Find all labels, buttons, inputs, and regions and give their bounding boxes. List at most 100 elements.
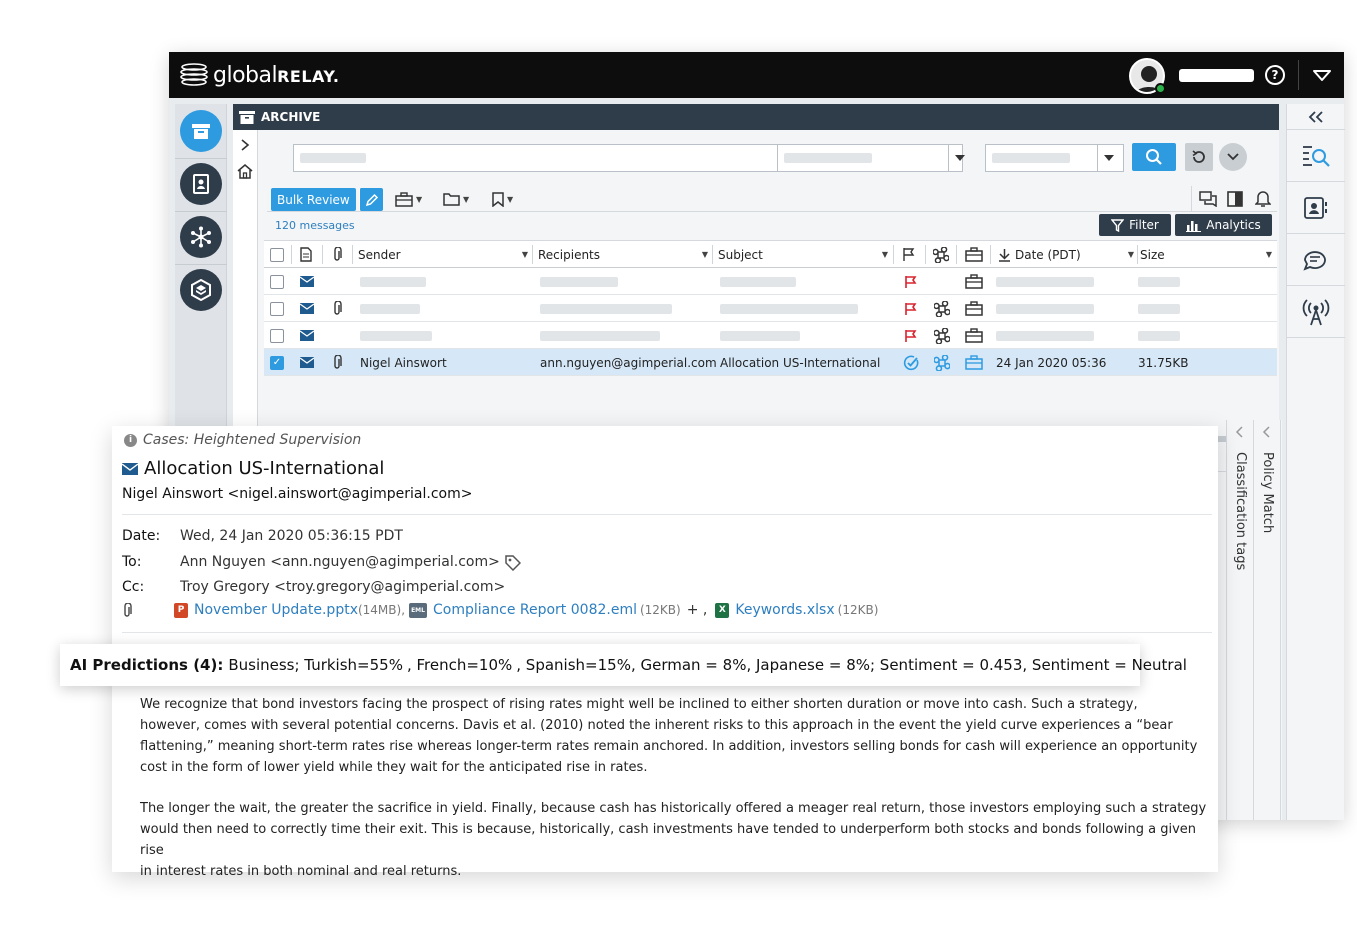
cc-label: Cc: [122,579,145,595]
folder-menu-button[interactable]: ▼ [443,190,469,208]
sort-descending-icon [999,248,1010,262]
paperclip-icon [124,602,132,617]
dropdown-menu-icon[interactable] [1312,66,1332,84]
comments-button[interactable] [1287,234,1345,286]
size-column-header[interactable]: Size ▼ [1140,241,1272,268]
tab-policy-match[interactable]: Policy Match [1254,420,1281,820]
row-checkbox-checked[interactable]: ✓ [270,355,284,370]
recipients-header-label: Recipients [538,247,601,262]
broadcast-button[interactable] [1287,286,1345,338]
document-icon[interactable] [300,247,312,262]
expand-attachment-button[interactable]: + , [687,602,708,618]
command-icon[interactable] [933,246,949,263]
collapse-right-button[interactable] [1287,104,1345,130]
search-icon [1146,149,1162,165]
compliance-nav-button[interactable] [180,269,222,311]
ai-predictions-label: AI Predictions (4): [70,656,224,674]
chevron-right-icon[interactable] [240,139,250,151]
row-checkbox[interactable] [270,328,284,343]
row-date: 24 Jan 2020 05:36 [996,355,1107,370]
briefcase-icon [965,301,983,316]
bookmark-icon [492,191,504,207]
flag-icon [905,329,917,342]
chevron-left-icon[interactable] [1262,426,1271,438]
username-placeholder[interactable] [1179,69,1254,82]
filter-icon [1111,218,1125,232]
case-menu-button[interactable]: ▼ [395,190,422,208]
list-search-icon [1303,145,1330,167]
table-row[interactable] [264,295,1277,322]
conversation-icon[interactable] [1199,191,1217,207]
sender-header-label: Sender [358,247,401,262]
logo-wordmark: globalRELAY. [213,62,340,88]
body-line: The longer the wait, the greater the sac… [140,801,1207,816]
split-view-icon[interactable] [1227,191,1243,207]
table-row[interactable] [264,322,1277,349]
attachment-pptx-link[interactable]: November Update.pptx [194,602,358,618]
help-icon[interactable]: ? [1265,65,1285,85]
search-input[interactable] [293,144,965,172]
email-body-paragraph-2: The longer the wait, the greater the sac… [140,798,1210,882]
hexagon-icon [191,279,211,301]
bell-icon[interactable] [1255,190,1271,207]
ai-predictions-bar: AI Predictions (4): Business; Turkish=55… [60,644,1187,686]
filter-label: Filter [1129,218,1159,232]
date-range-select[interactable] [985,144,1124,172]
to-value[interactable]: Ann Nguyen <ann.nguyen@agimperial.com> [180,554,500,571]
bulk-review-button[interactable]: Bulk Review [271,188,356,211]
subject-column-header[interactable]: Subject ▼ [718,241,888,268]
archive-nav-button[interactable] [180,110,222,152]
analytics-button[interactable]: Analytics [1175,214,1272,236]
eml-file-icon: EML [409,602,428,618]
network-icon [191,226,211,248]
row-checkbox[interactable] [270,301,284,316]
row-checkbox[interactable] [270,274,284,289]
command-icon [934,327,950,344]
ai-prediction-part: , French=10% [406,656,513,674]
select-all-checkbox[interactable] [270,247,284,262]
attachment-eml-link[interactable]: Compliance Report 0082.eml [433,602,637,618]
stage: globalRELAY. ? ARCHIVE Bulk Review ▼ ▼ ▼… [0,0,1357,938]
recipients-column-header[interactable]: Recipients ▼ [538,241,708,268]
archive-box-icon [192,124,210,139]
sender-column-header[interactable]: Sender ▼ [358,241,528,268]
bulk-edit-button[interactable] [359,188,383,211]
cc-value[interactable]: Troy Gregory <troy.gregory@agimperial.co… [180,579,505,595]
right-rail [1286,104,1345,820]
more-options-button[interactable] [1219,143,1247,171]
search-button[interactable] [1132,143,1176,171]
email-to-row: To: Ann Nguyen <ann.nguyen@agimperial.co… [122,554,521,571]
filter-button[interactable]: Filter [1099,214,1171,236]
attachment-xlsx-link[interactable]: Keywords.xlsx [735,602,834,618]
flag-icon[interactable] [902,247,915,262]
message-count: 120 messages [275,219,355,232]
table-row-selected[interactable]: ✓ Nigel Ainswort ann.nguyen@agimperial.c… [264,349,1277,376]
reset-button[interactable] [1185,143,1213,171]
tag-icon[interactable] [505,555,521,571]
contacts-nav-button[interactable] [180,163,222,205]
paperclip-icon[interactable] [332,247,342,262]
analytics-label: Analytics [1206,218,1261,232]
contact-card-button[interactable] [1287,182,1345,234]
double-chevron-left-icon [1308,110,1323,123]
body-line: would then need to correctly time their … [140,822,1197,858]
global-relay-logo[interactable]: globalRELAY. [179,60,339,90]
tab-classification-tags[interactable]: Classification tags [1227,420,1254,820]
bookmark-menu-button[interactable]: ▼ [492,190,513,208]
paperclip-icon [334,301,342,315]
list-toolbar: Bulk Review ▼ ▼ ▼ [267,186,1277,212]
date-column-header[interactable]: Date (PDT) ▼ [998,241,1134,268]
envelope-icon [300,357,314,368]
row-size: 31.75KB [1138,355,1189,370]
date-header-label: Date (PDT) [1015,247,1081,262]
chevron-left-icon[interactable] [1235,426,1244,438]
chevron-down-icon[interactable] [955,155,965,162]
subject-header-label: Subject [718,247,763,262]
search-panel-button[interactable] [1287,130,1345,182]
home-icon[interactable] [237,164,253,179]
row-subject: Allocation US-International [720,355,881,370]
table-row[interactable] [264,268,1277,295]
briefcase-icon[interactable] [965,247,983,262]
broadcast-icon [1302,298,1330,325]
network-nav-button[interactable] [180,216,222,258]
